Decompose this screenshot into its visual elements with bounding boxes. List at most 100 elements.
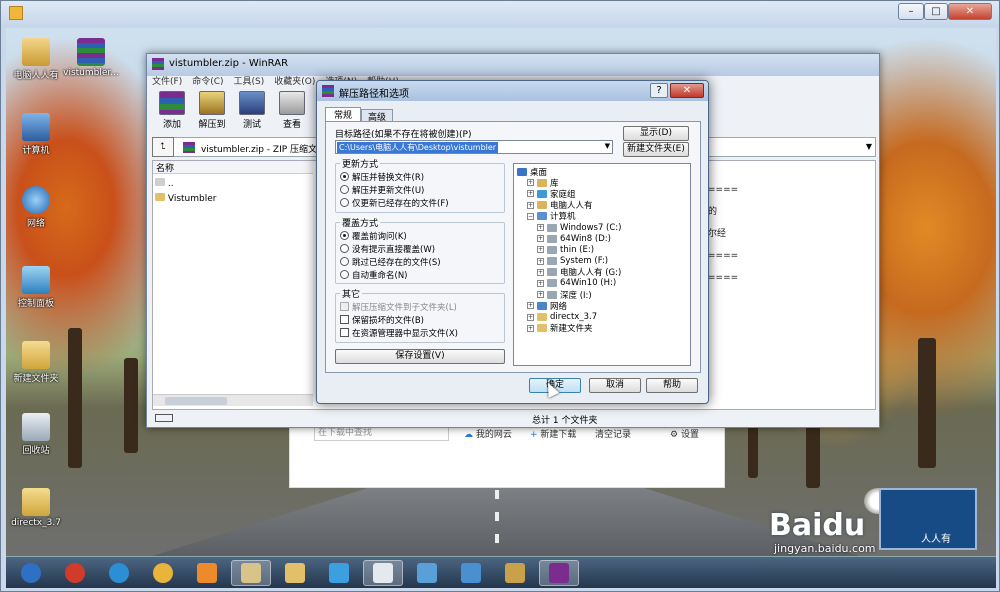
list-item[interactable]: .. bbox=[155, 178, 174, 190]
close-button[interactable]: ✕ bbox=[948, 3, 992, 20]
menu-file[interactable]: 文件(F) bbox=[152, 74, 182, 88]
cancel-button[interactable]: 取消 bbox=[589, 378, 641, 393]
taskbar-start-orb-button[interactable] bbox=[11, 560, 51, 586]
taskbar-ie-button[interactable] bbox=[99, 560, 139, 586]
desktop-icon-recycle-bin[interactable]: 回收站 bbox=[6, 413, 71, 456]
add-button[interactable]: 添加 bbox=[152, 89, 192, 133]
tab-general[interactable]: 常规 bbox=[325, 107, 361, 121]
expand-icon[interactable]: + bbox=[527, 302, 534, 310]
tree-item[interactable]: +64Win10 (H:) bbox=[517, 278, 687, 289]
tree-item[interactable]: − 计算机 bbox=[517, 211, 687, 222]
tree-item[interactable]: + Windows7 (C:) bbox=[517, 222, 687, 233]
menu-favorites[interactable]: 收藏夹(O) bbox=[274, 74, 315, 88]
expand-icon[interactable]: + bbox=[537, 291, 544, 299]
tree-item[interactable]: + 家庭组 bbox=[517, 188, 687, 200]
winrar-toolbar: 添加 解压到 测试 查看 bbox=[152, 89, 312, 133]
help-button[interactable]: 帮助 bbox=[646, 378, 698, 393]
dialog-title-bar[interactable]: 解压路径和选项 ? ✕ bbox=[317, 81, 708, 101]
tree-item[interactable]: + directx_3.7 bbox=[517, 311, 687, 322]
taskbar-app-red-button[interactable] bbox=[55, 560, 95, 586]
tree-item[interactable]: + System (F:) bbox=[517, 256, 687, 267]
expand-icon[interactable]: + bbox=[537, 224, 544, 232]
expand-icon[interactable]: + bbox=[537, 257, 544, 265]
show-button[interactable]: 显示(D) bbox=[623, 126, 689, 141]
library-icon bbox=[537, 178, 547, 187]
my-cloud-link[interactable]: ☁ 我的网云 bbox=[464, 427, 512, 440]
extract-to-button[interactable]: 解压到 bbox=[192, 89, 232, 133]
path-dropdown-icon[interactable]: ▼ bbox=[605, 142, 610, 150]
side-text: ==== 的尔经 ==== ==== bbox=[708, 185, 739, 283]
checkbox-show-in-explorer[interactable]: 在资源管理器中显示文件(X) bbox=[340, 326, 504, 339]
tree-item[interactable]: + 库 bbox=[517, 177, 687, 189]
desktop-icon-network[interactable]: 网络 bbox=[6, 186, 71, 229]
save-settings-button[interactable]: 保存设置(V) bbox=[335, 349, 505, 364]
new-folder-button[interactable]: 新建文件夹(E) bbox=[623, 142, 689, 157]
desktop-icon-new-folder[interactable]: 新建文件夹 bbox=[6, 341, 71, 384]
column-header-name[interactable]: 名称 bbox=[153, 161, 313, 174]
collapse-icon[interactable]: − bbox=[527, 212, 534, 220]
radio-skip-existing[interactable]: 跳过已经存在的文件(S) bbox=[340, 255, 504, 268]
taskbar-explorer-button[interactable] bbox=[231, 560, 271, 586]
desktop-icon-directx[interactable]: directx_3.7 bbox=[6, 488, 71, 528]
expand-icon[interactable]: + bbox=[527, 201, 534, 209]
menu-commands[interactable]: 命令(C) bbox=[192, 74, 223, 88]
taskbar-folder-button[interactable] bbox=[275, 560, 315, 586]
radio-extract-replace[interactable]: 解压并替换文件(R) bbox=[340, 170, 504, 183]
checkbox-extract-to-subfolder[interactable]: 解压压缩文件到子文件夹(L) bbox=[340, 300, 504, 313]
clear-records-button[interactable]: 清空记录 bbox=[595, 427, 631, 440]
extract-icon bbox=[199, 91, 225, 115]
test-button[interactable]: 测试 bbox=[232, 89, 272, 133]
desktop-icon-archive[interactable]: vistumbler... bbox=[56, 38, 126, 78]
radio-overwrite-without-prompt[interactable]: 没有提示直接覆盖(W) bbox=[340, 242, 504, 255]
tree-item[interactable]: + 电脑人人有 (G:) bbox=[517, 267, 687, 278]
expand-icon[interactable]: + bbox=[527, 190, 534, 198]
taskbar-document-button[interactable] bbox=[363, 560, 403, 586]
tree-item[interactable]: + 深度 (I:) bbox=[517, 289, 687, 301]
tab-advanced[interactable]: 高级 bbox=[361, 109, 393, 123]
winrar-title-bar[interactable]: vistumbler.zip - WinRAR bbox=[147, 54, 879, 76]
taskbar-chrome-button[interactable] bbox=[143, 560, 183, 586]
minimize-button[interactable]: – bbox=[898, 3, 924, 20]
expand-icon[interactable]: + bbox=[537, 235, 544, 243]
desktop-icon-control-panel[interactable]: 控制面板 bbox=[6, 266, 71, 309]
list-item[interactable]: Vistumbler bbox=[155, 193, 216, 205]
expand-icon[interactable]: + bbox=[537, 246, 544, 254]
radio-extract-update[interactable]: 解压并更新文件(U) bbox=[340, 183, 504, 196]
expand-icon[interactable]: + bbox=[527, 313, 534, 321]
destination-path-input[interactable]: C:\Users\电脑人人有\Desktop\vistumbler ▼ bbox=[335, 140, 613, 154]
dialog-close-button[interactable]: ✕ bbox=[670, 83, 704, 98]
expand-icon[interactable]: + bbox=[537, 268, 544, 276]
radio-ask-before-overwrite[interactable]: 覆盖前询问(K) bbox=[340, 229, 504, 242]
expand-icon[interactable]: + bbox=[527, 324, 534, 332]
folder-tree[interactable]: 桌面 + 库 + 家庭组 + 电脑人人有 − 计算机 + Windows7 (C:) +64Win8 … bbox=[513, 163, 691, 366]
tree-item[interactable]: + 新建文件夹 bbox=[517, 323, 687, 334]
tree-item[interactable]: + 网络 bbox=[517, 300, 687, 312]
taskbar-paint-button[interactable] bbox=[407, 560, 447, 586]
maximize-button[interactable]: □ bbox=[924, 3, 948, 20]
radio-update-existing[interactable]: 仅更新已经存在的文件(F) bbox=[340, 196, 504, 209]
tree-item[interactable]: 桌面 bbox=[517, 166, 687, 178]
taskbar-qq-browser-button[interactable] bbox=[319, 560, 359, 586]
settings-button[interactable]: ⚙ 设置 bbox=[670, 427, 699, 440]
tree-item[interactable]: + 电脑人人有 bbox=[517, 200, 687, 211]
dialog-help-button[interactable]: ? bbox=[650, 83, 668, 98]
taskbar-monitor-button[interactable] bbox=[451, 560, 491, 586]
tree-item[interactable]: +64Win8 (D:) bbox=[517, 233, 687, 244]
taskbar-paintbrush-button[interactable] bbox=[495, 560, 535, 586]
menu-tools[interactable]: 工具(S) bbox=[234, 74, 265, 88]
winrar-title: vistumbler.zip - WinRAR bbox=[169, 58, 289, 69]
checkbox-keep-broken-files[interactable]: 保留损坏的文件(B) bbox=[340, 313, 504, 326]
expand-icon[interactable]: + bbox=[537, 279, 544, 287]
taskbar-winrar-button[interactable] bbox=[539, 560, 579, 586]
radio-auto-rename[interactable]: 自动重命名(N) bbox=[340, 268, 504, 281]
new-download-button[interactable]: + 新建下载 bbox=[530, 427, 576, 440]
up-folder-icon[interactable]: ⮤ bbox=[152, 137, 174, 157]
view-button[interactable]: 查看 bbox=[272, 89, 312, 133]
horizontal-scrollbar[interactable] bbox=[153, 394, 313, 406]
expand-icon[interactable]: + bbox=[527, 179, 534, 187]
desktop-icon-computer[interactable]: 计算机 bbox=[6, 113, 71, 156]
folder-icon bbox=[537, 324, 547, 333]
address-dropdown-icon[interactable]: ▼ bbox=[866, 142, 872, 151]
taskbar-media-player-button[interactable] bbox=[187, 560, 227, 586]
tree-item[interactable]: + thin (E:) bbox=[517, 244, 687, 255]
